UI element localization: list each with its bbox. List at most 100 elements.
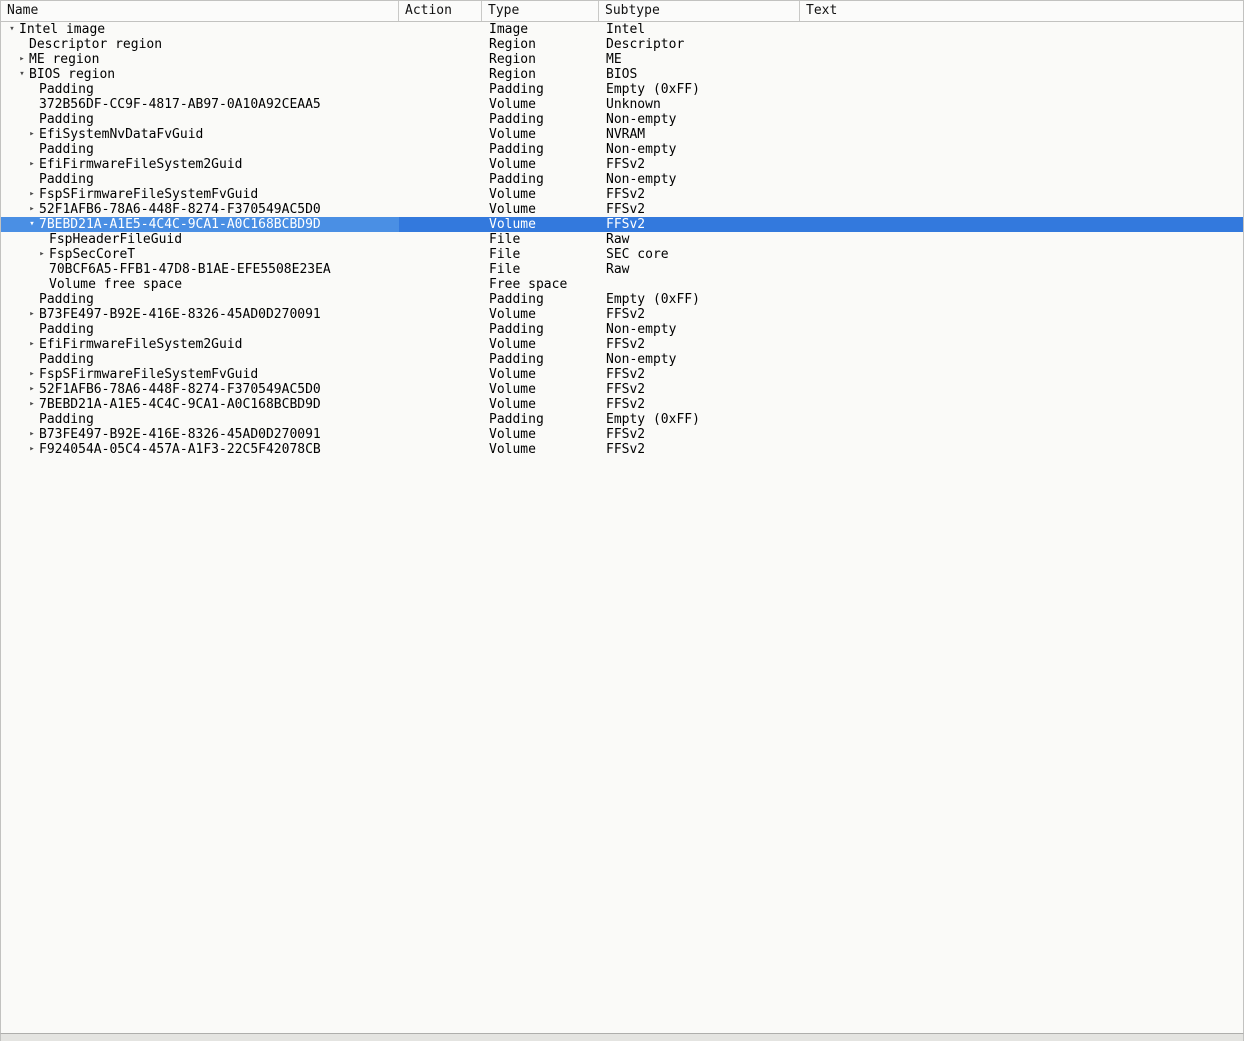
tree-row[interactable]: ▸ 52F1AFB6-78A6-448F-8274-F370549AC5D0 Vol…: [1, 382, 1243, 397]
type-cell: File: [489, 232, 521, 247]
tree-row[interactable]: ▸ EfiFirmwareFileSystem2Guid Volume FFSv2: [1, 157, 1243, 172]
expander-closed-icon[interactable]: ▸: [25, 307, 39, 322]
tree-row[interactable]: Padding Padding Non-empty: [1, 112, 1243, 127]
subtype-cell: [599, 277, 800, 292]
item-name-label: Descriptor region: [29, 37, 163, 52]
action-cell: [399, 52, 482, 67]
text-cell: [800, 172, 1243, 187]
subtype-cell: Non-empty: [606, 172, 677, 187]
type-cell: Image: [489, 22, 529, 37]
tree-row[interactable]: ▸ EfiSystemNvDataFvGuid Volume NVRAM: [1, 127, 1243, 142]
expander-closed-icon[interactable]: ▸: [35, 247, 49, 262]
tree-row[interactable]: FspHeaderFileGuid File Raw: [1, 232, 1243, 247]
tree-row[interactable]: ▸ EfiFirmwareFileSystem2Guid Volume FFSv2: [1, 337, 1243, 352]
expander-open-icon[interactable]: ▾: [15, 67, 29, 82]
name-cell: ▸ FspSecCoreT: [1, 247, 399, 262]
text-cell: [800, 232, 1243, 247]
action-cell: [399, 382, 482, 397]
item-name-label: 52F1AFB6-78A6-448F-8274-F370549AC5D0: [39, 382, 321, 397]
expander-open-icon[interactable]: ▾: [25, 217, 39, 232]
subtype-cell: Empty (0xFF): [606, 82, 700, 97]
expander-placeholder: [25, 172, 39, 187]
tree-row[interactable]: ▾ Intel image Image Intel: [1, 22, 1243, 37]
expander-closed-icon[interactable]: ▸: [25, 382, 39, 397]
tree-row[interactable]: Padding Padding Empty (0xFF): [1, 292, 1243, 307]
column-header-subtype[interactable]: Subtype: [599, 1, 800, 21]
text-cell: [800, 202, 1243, 217]
tree-row[interactable]: Descriptor region Region Descriptor: [1, 37, 1243, 52]
tree-row[interactable]: Padding Padding Non-empty: [1, 142, 1243, 157]
subtype-cell: FFSv2: [606, 367, 646, 382]
expander-closed-icon[interactable]: ▸: [25, 187, 39, 202]
type-cell: Volume: [489, 97, 536, 112]
tree-row[interactable]: Padding Padding Empty (0xFF): [1, 412, 1243, 427]
tree-row[interactable]: ▸ FspSFirmwareFileSystemFvGuid Volume FFSv2: [1, 367, 1243, 382]
text-cell: [800, 412, 1243, 427]
tree-row[interactable]: ▾ BIOS region Region BIOS: [1, 67, 1243, 82]
tree-row[interactable]: ▸ FspSecCoreT File SEC core: [1, 247, 1243, 262]
tree-row[interactable]: Padding Padding Non-empty: [1, 172, 1243, 187]
column-header-action[interactable]: Action: [399, 1, 482, 21]
column-header-text[interactable]: Text: [800, 1, 1243, 21]
action-cell: [399, 112, 482, 127]
item-name-label: EfiFirmwareFileSystem2Guid: [39, 337, 243, 352]
text-cell: [800, 37, 1243, 52]
expander-closed-icon[interactable]: ▸: [25, 337, 39, 352]
column-header-name[interactable]: Name: [1, 1, 399, 21]
expander-closed-icon[interactable]: ▸: [15, 52, 29, 67]
text-cell: [800, 397, 1243, 412]
expander-closed-icon[interactable]: ▸: [25, 367, 39, 382]
tree-row[interactable]: Padding Padding Non-empty: [1, 322, 1243, 337]
type-cell: Free space: [489, 277, 568, 292]
type-cell: Padding: [489, 82, 544, 97]
item-name-label: EfiFirmwareFileSystem2Guid: [39, 157, 243, 172]
action-cell: [399, 187, 482, 202]
item-name-label: F924054A-05C4-457A-A1F3-22C5F42078CB: [39, 442, 321, 457]
type-cell: Volume: [489, 382, 536, 397]
subtype-cell: FFSv2: [606, 382, 646, 397]
subtype-cell: Non-empty: [606, 352, 677, 367]
tree-row[interactable]: ▸ F924054A-05C4-457A-A1F3-22C5F42078CB Vol…: [1, 442, 1243, 457]
text-cell: [800, 217, 1243, 232]
expander-closed-icon[interactable]: ▸: [25, 442, 39, 457]
expander-placeholder: [25, 292, 39, 307]
text-cell: [800, 307, 1243, 322]
text-cell: [800, 112, 1243, 127]
tree-row[interactable]: Padding Padding Empty (0xFF): [1, 82, 1243, 97]
tree-row[interactable]: Padding Padding Non-empty: [1, 352, 1243, 367]
subtype-cell: NVRAM: [606, 127, 646, 142]
name-cell: ▸ EfiSystemNvDataFvGuid: [1, 127, 399, 142]
text-cell: [800, 352, 1243, 367]
tree-row[interactable]: ▸ B73FE497-B92E-416E-8326-45AD0D270091 Vol…: [1, 307, 1243, 322]
column-header-type[interactable]: Type: [482, 1, 599, 21]
item-name-label: BIOS region: [29, 67, 116, 82]
tree-row[interactable]: ▸ 7BEBD21A-A1E5-4C4C-9CA1-A0C168BCBD9D Vol…: [1, 397, 1243, 412]
item-name-label: Padding: [39, 412, 94, 427]
tree-row[interactable]: 70BCF6A5-FFB1-47D8-B1AE-EFE5508E23EA File…: [1, 262, 1243, 277]
tree-row[interactable]: ▸ 52F1AFB6-78A6-448F-8274-F370549AC5D0 Vol…: [1, 202, 1243, 217]
action-cell: [399, 277, 482, 292]
expander-closed-icon[interactable]: ▸: [25, 127, 39, 142]
tree-row[interactable]: ▾ 7BEBD21A-A1E5-4C4C-9CA1-A0C168BCBD9D Vol…: [1, 217, 1243, 232]
firmware-structure-tree: Name Action Type Subtype Text ▾ Intel ima…: [0, 0, 1244, 1033]
expander-closed-icon[interactable]: ▸: [25, 157, 39, 172]
item-name-label: 372B56DF-CC9F-4817-AB97-0A10A92CEAA5: [39, 97, 321, 112]
tree-row[interactable]: ▸ FspSFirmwareFileSystemFvGuid Volume FFSv2: [1, 187, 1243, 202]
tree-row[interactable]: ▸ B73FE497-B92E-416E-8326-45AD0D270091 Vol…: [1, 427, 1243, 442]
expander-open-icon[interactable]: ▾: [5, 22, 19, 37]
expander-closed-icon[interactable]: ▸: [25, 427, 39, 442]
action-cell: [399, 247, 482, 262]
tree-row[interactable]: ▸ ME region Region ME: [1, 52, 1243, 67]
expander-closed-icon[interactable]: ▸: [25, 397, 39, 412]
tree-row[interactable]: Volume free space Free space: [1, 277, 1243, 292]
expander-closed-icon[interactable]: ▸: [25, 202, 39, 217]
action-cell: [399, 22, 482, 37]
subtype-cell: Descriptor: [606, 37, 685, 52]
tree-row[interactable]: 372B56DF-CC9F-4817-AB97-0A10A92CEAA5 Volu…: [1, 97, 1243, 112]
